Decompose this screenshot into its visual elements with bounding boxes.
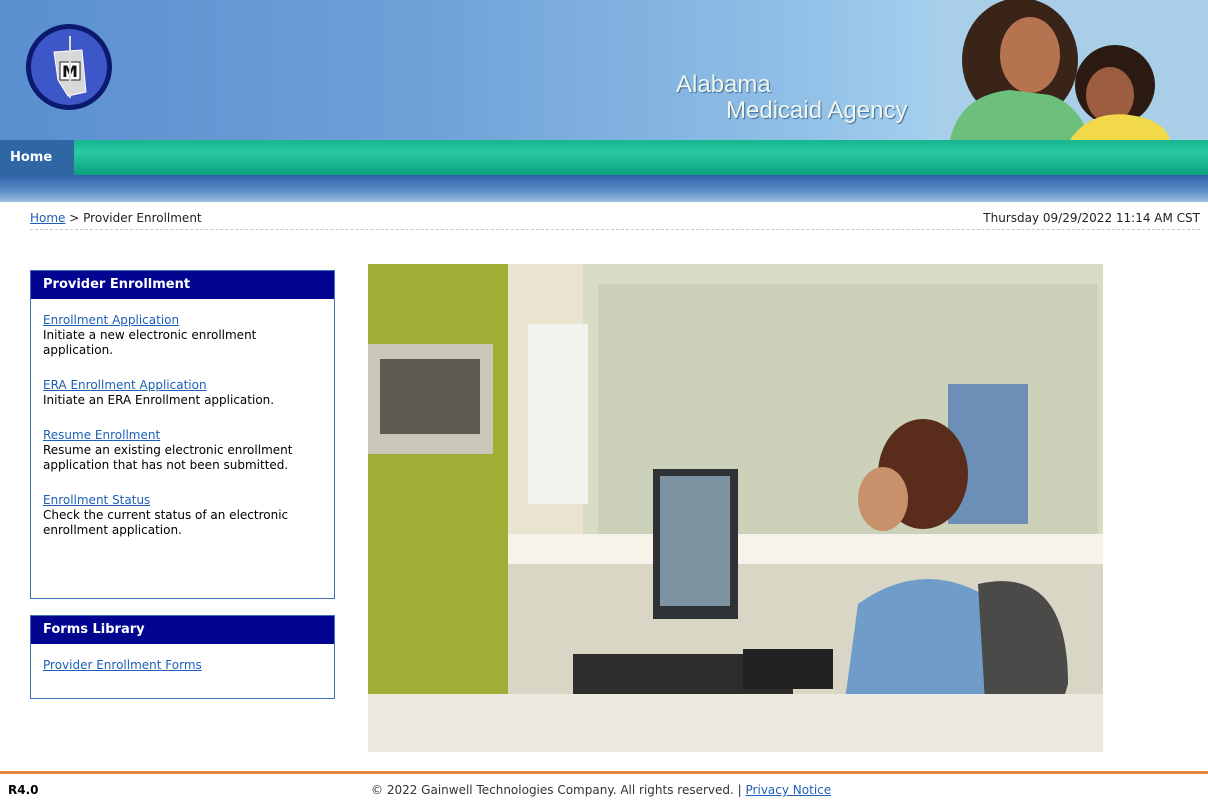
item-description: Check the current status of an electroni… [43, 508, 289, 537]
breadcrumb-current: Provider Enrollment [83, 211, 202, 225]
sub-nav-bar [0, 175, 1208, 202]
agency-title: Alabama Medicaid Agency [676, 72, 907, 124]
site-header: M Alabama Medicaid Agency [0, 0, 1208, 140]
item-description: Initiate an ERA Enrollment application. [43, 393, 275, 407]
enrollment-status-link[interactable]: Enrollment Status [43, 493, 322, 508]
breadcrumb-separator: > [69, 211, 80, 225]
breadcrumb: Home > Provider Enrollment [30, 211, 202, 225]
forms-library-panel: Forms Library Provider Enrollment Forms [30, 615, 335, 699]
item-description: Resume an existing electronic enrollment… [43, 443, 293, 472]
privacy-notice-link[interactable]: Privacy Notice [746, 783, 832, 797]
main-nav: Home [0, 140, 1208, 175]
agency-line-2: Medicaid Agency [726, 97, 908, 124]
medicaid-seal-logo: M [26, 24, 112, 110]
item-description: Initiate a new electronic enrollment app… [43, 328, 257, 357]
list-item: Resume Enrollment Resume an existing ele… [43, 428, 322, 473]
nav-home-tab[interactable]: Home [0, 140, 74, 175]
breadcrumb-divider [30, 229, 1200, 230]
agency-line-1: Alabama [676, 71, 771, 98]
era-enrollment-application-link[interactable]: ERA Enrollment Application [43, 378, 322, 393]
clinic-scene-photo [368, 264, 1103, 752]
current-datetime: Thursday 09/29/2022 11:14 AM CST [983, 211, 1200, 225]
hero-family-photo [930, 0, 1208, 140]
panel-title: Forms Library [31, 616, 334, 644]
list-item: Enrollment Application Initiate a new el… [43, 313, 322, 358]
provider-enrollment-panel: Provider Enrollment Enrollment Applicati… [30, 270, 335, 599]
breadcrumb-home-link[interactable]: Home [30, 211, 65, 225]
list-item: Enrollment Status Check the current stat… [43, 493, 322, 538]
resume-enrollment-link[interactable]: Resume Enrollment [43, 428, 322, 443]
footer-text: © 2022 Gainwell Technologies Company. Al… [371, 783, 831, 797]
panel-title: Provider Enrollment [31, 271, 334, 299]
footer-divider [0, 771, 1208, 774]
provider-enrollment-forms-link[interactable]: Provider Enrollment Forms [43, 658, 202, 672]
list-item: ERA Enrollment Application Initiate an E… [43, 378, 322, 408]
enrollment-application-link[interactable]: Enrollment Application [43, 313, 322, 328]
version-label: R4.0 [8, 783, 39, 797]
copyright-text: © 2022 Gainwell Technologies Company. Al… [371, 783, 742, 797]
